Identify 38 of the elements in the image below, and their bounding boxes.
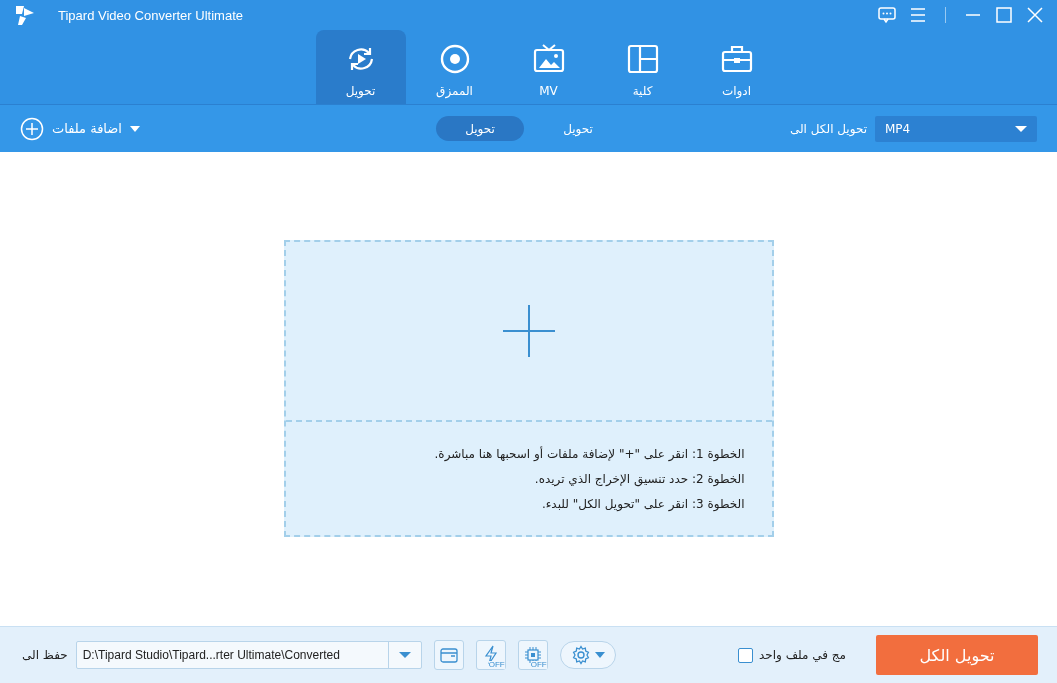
merge-checkbox[interactable] <box>737 647 753 663</box>
plus-circle-icon <box>20 116 44 141</box>
app-logo-icon <box>14 4 36 26</box>
save-to-label: حفظ الى <box>22 648 68 662</box>
convert-all-label: تحويل الكل الى <box>789 121 867 136</box>
folder-icon <box>439 647 458 663</box>
convert-all-button[interactable]: تحويل الكل <box>876 635 1038 675</box>
instruction-text: الخطوة 1: انقر على "+" لإضافة ملفات أو اسحبها هنا مباشرة. <box>433 446 745 461</box>
menu-icon[interactable] <box>908 5 928 25</box>
caret-icon <box>1015 124 1027 133</box>
mode-tab[interactable]: تحويل <box>436 116 524 141</box>
close-icon[interactable] <box>1025 5 1045 25</box>
add-files-button[interactable]: اضافة ملفات <box>20 116 140 141</box>
nav-tab[interactable]: تحويل <box>315 30 406 104</box>
chip-icon <box>523 646 542 664</box>
caret-icon <box>594 651 605 659</box>
speed-boost-button[interactable]: OFF <box>475 640 506 670</box>
plus-icon[interactable] <box>502 305 555 357</box>
nav-tab[interactable]: ادوات <box>691 30 782 104</box>
instruction-text: الخطوة 3: انقر على "تحويل الكل" للبدء. <box>540 496 745 511</box>
open-folder-button[interactable] <box>433 640 464 670</box>
caret-icon <box>130 124 140 133</box>
nav-tab[interactable]: MV <box>503 30 594 104</box>
settings-dropdown[interactable] <box>559 641 616 669</box>
nav-tab[interactable]: الممزق <box>409 30 500 104</box>
instruction-text: الخطوة 2: حدد تنسيق الإخراج الذي تريده. <box>533 471 745 486</box>
mode-tab[interactable]: تحويل <box>534 116 622 141</box>
hardware-acceleration-button[interactable]: OFF <box>517 640 548 670</box>
nav-tab[interactable]: كلية <box>597 30 688 104</box>
chat-icon[interactable] <box>877 5 897 25</box>
caret-icon <box>398 651 411 659</box>
output-path-dropdown[interactable]: D:\Tipard Studio\Tipard...rter Ultimate\Converted <box>75 641 422 669</box>
window-title: Tipard Video Converter Ultimate <box>58 7 243 23</box>
maximize-icon[interactable] <box>994 5 1014 25</box>
merge-label: مج في ملف واحد <box>758 648 846 662</box>
drop-zone[interactable]: الخطوة 1: انقر على "+" لإضافة ملفات أو اسحبها هنا مباشرة. الخطوة 2: حدد تنسيق الإخراج الذي تريده. الخطوة 3: انقر على "تحويل الكل" للبدء. <box>283 240 774 537</box>
settings-icon <box>570 645 591 665</box>
format-dropdown[interactable]: MP4 <box>875 115 1037 142</box>
